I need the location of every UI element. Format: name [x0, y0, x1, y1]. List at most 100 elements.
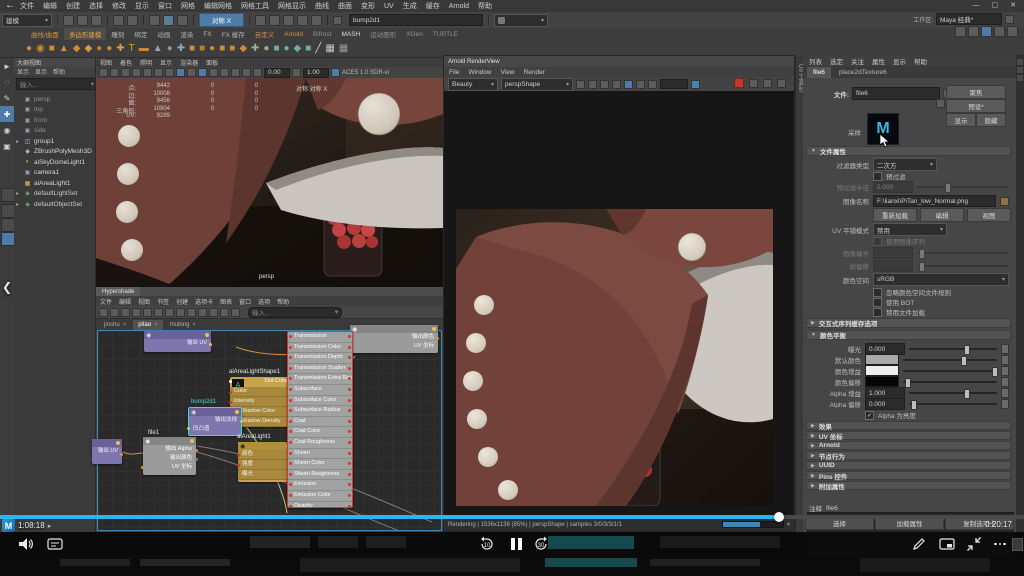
- menu-item[interactable]: 编辑: [43, 1, 57, 11]
- menu-item[interactable]: 曲面: [338, 1, 352, 11]
- color-gain-swatch[interactable]: [865, 365, 899, 376]
- show-swatch-icon[interactable]: [176, 308, 185, 317]
- rgba-channel-icon[interactable]: [624, 80, 633, 89]
- outliner-item[interactable]: ▣ front: [16, 115, 95, 126]
- outliner-menu-item[interactable]: 帮助: [53, 67, 65, 76]
- prev-chevron-icon[interactable]: ❮: [2, 280, 12, 294]
- shelf-icon[interactable]: ●: [26, 42, 32, 56]
- snapshot-icon[interactable]: [576, 80, 585, 89]
- outliner-item[interactable]: ▸ ◈ defaultObjectSet: [16, 199, 95, 210]
- viewport-scene[interactable]: 点: 9442 0 0 边: 10008 0 0 面: 9456 0 0 三角形…: [96, 78, 443, 287]
- hypershade-menu-item[interactable]: 图表: [220, 297, 232, 306]
- danmaku-icon[interactable]: [46, 535, 64, 553]
- surface-port-row[interactable]: Emission: [288, 480, 352, 491]
- hypershade-tab[interactable]: mubing×: [165, 320, 201, 330]
- exposure-slider[interactable]: [909, 348, 997, 350]
- menu-item[interactable]: 选择: [89, 1, 103, 11]
- surface-port-row[interactable]: Sheen Color: [288, 459, 352, 470]
- tab-close-icon[interactable]: ×: [123, 322, 127, 328]
- hypershade-search-input[interactable]: 输入...▾: [248, 307, 342, 318]
- shelf-icon[interactable]: ▦: [325, 42, 334, 56]
- zoom-in-icon[interactable]: [198, 308, 207, 317]
- shelf-icon[interactable]: ●: [167, 42, 173, 56]
- snap-point-icon[interactable]: [283, 15, 294, 26]
- motionblur-icon[interactable]: [220, 68, 229, 77]
- hypershade-tab[interactable]: jinshu×: [99, 320, 131, 330]
- shelf-icon[interactable]: ◉: [36, 42, 45, 56]
- show-button[interactable]: 显示: [946, 113, 976, 127]
- viewport-menu-item[interactable]: 面板: [206, 58, 218, 67]
- shelf-tab[interactable]: FX 缓存: [217, 28, 250, 40]
- shelf-icon[interactable]: ●: [263, 42, 269, 56]
- browse-folder-icon[interactable]: [1000, 197, 1009, 206]
- menu-item[interactable]: 修改: [112, 1, 126, 11]
- shading-icon[interactable]: [154, 68, 163, 77]
- renderview-menu-item[interactable]: View: [501, 69, 515, 76]
- node-aistandardsurface-ports[interactable]: TransmissionTransmission ColorTransmissi…: [287, 331, 353, 508]
- surface-port-row[interactable]: Sheen: [288, 449, 352, 460]
- ignore-rules-checkbox[interactable]: [873, 288, 882, 297]
- volume-icon[interactable]: [16, 535, 34, 553]
- menu-item[interactable]: 显示: [135, 1, 149, 11]
- alpha-gain-slider[interactable]: [909, 392, 997, 394]
- more-options-icon[interactable]: [991, 535, 1009, 553]
- viewport-menu-item[interactable]: 显示: [160, 58, 172, 67]
- debug-shading-icon[interactable]: [600, 80, 609, 89]
- shelf-icon[interactable]: ◆: [84, 42, 92, 56]
- outliner-item[interactable]: ▣ camera1: [16, 168, 95, 179]
- ao-icon[interactable]: [209, 68, 218, 77]
- input-connections-icon[interactable]: [333, 16, 342, 25]
- shelf-icon[interactable]: ■: [49, 42, 55, 56]
- outliner-item[interactable]: ◐ aiSkyDomeLight1: [16, 157, 95, 168]
- shelf-tab[interactable]: 雕刻: [106, 28, 129, 40]
- duplicate-icon[interactable]: [165, 308, 174, 317]
- last-tool-button[interactable]: [1, 188, 15, 202]
- live-surface-dropdown[interactable]: ▾: [494, 14, 548, 27]
- isolate-icon[interactable]: [242, 68, 251, 77]
- shelf-icon[interactable]: ■: [273, 42, 279, 56]
- pin-icon[interactable]: [187, 308, 196, 317]
- forward-30-icon[interactable]: 30: [532, 535, 550, 553]
- colormanage-icon[interactable]: [331, 68, 340, 77]
- attr-menu-item[interactable]: 属性: [872, 56, 885, 66]
- attr-menu-item[interactable]: 显示: [893, 56, 906, 66]
- use-bot-checkbox[interactable]: [873, 298, 882, 307]
- collapsed-section[interactable]: ▶效果: [806, 421, 1011, 430]
- default-color-swatch[interactable]: [865, 354, 899, 365]
- shelf-icon[interactable]: ●: [96, 42, 102, 56]
- layout-single-button[interactable]: [1, 204, 15, 218]
- bookmark-icon[interactable]: [121, 68, 130, 77]
- image-action-button[interactable]: 重新加载: [873, 208, 917, 222]
- outliner-item[interactable]: ▣ side: [16, 126, 95, 137]
- shelf-icon[interactable]: ▬: [139, 42, 149, 56]
- shelf-icon[interactable]: ▲: [59, 42, 69, 56]
- surface-port-row[interactable]: Transmission Depth: [288, 353, 352, 364]
- dock-tool-icon[interactable]: [1017, 67, 1023, 73]
- symmetry-dropdown[interactable]: 对称 X: [199, 13, 244, 27]
- surface-port-row[interactable]: Sheen Roughness: [288, 470, 352, 481]
- menu-item[interactable]: UV: [384, 3, 394, 10]
- renderview-menu-item[interactable]: Render: [524, 69, 545, 76]
- menu-item[interactable]: 缓存: [426, 1, 440, 11]
- shelf-icon[interactable]: ▲: [153, 42, 163, 56]
- snap-grid-icon[interactable]: [255, 15, 266, 26]
- hexagon-icon[interactable]: [1007, 26, 1018, 37]
- hypershade-menu-item[interactable]: 视图: [138, 297, 150, 306]
- menu-set-dropdown[interactable]: 建模▾: [2, 14, 52, 27]
- node-file1[interactable]: ◉ 输出 Alpha输出颜色UV 坐标: [143, 437, 196, 475]
- hypershade-menu-item[interactable]: 文件: [100, 297, 112, 306]
- pause-button[interactable]: [508, 535, 524, 553]
- shelf-tab[interactable]: 运动图形: [365, 28, 401, 40]
- menu-item[interactable]: 网格: [181, 1, 195, 11]
- lock-icon[interactable]: [1005, 15, 1014, 24]
- renderview-menu-item[interactable]: Window: [468, 69, 491, 76]
- shelf-icon[interactable]: ■: [305, 42, 311, 56]
- outliner-item[interactable]: ▣ persp: [16, 94, 95, 105]
- open-scene-icon[interactable]: [77, 15, 88, 26]
- image-action-button[interactable]: 编辑: [920, 208, 964, 222]
- disable-load-checkbox[interactable]: [873, 308, 882, 317]
- section-file-attributes[interactable]: ▼文件属性: [806, 146, 1011, 156]
- menu-item[interactable]: 创建: [66, 1, 80, 11]
- hypershade-menu-item[interactable]: 创建: [176, 297, 188, 306]
- make-live-icon[interactable]: [311, 15, 322, 26]
